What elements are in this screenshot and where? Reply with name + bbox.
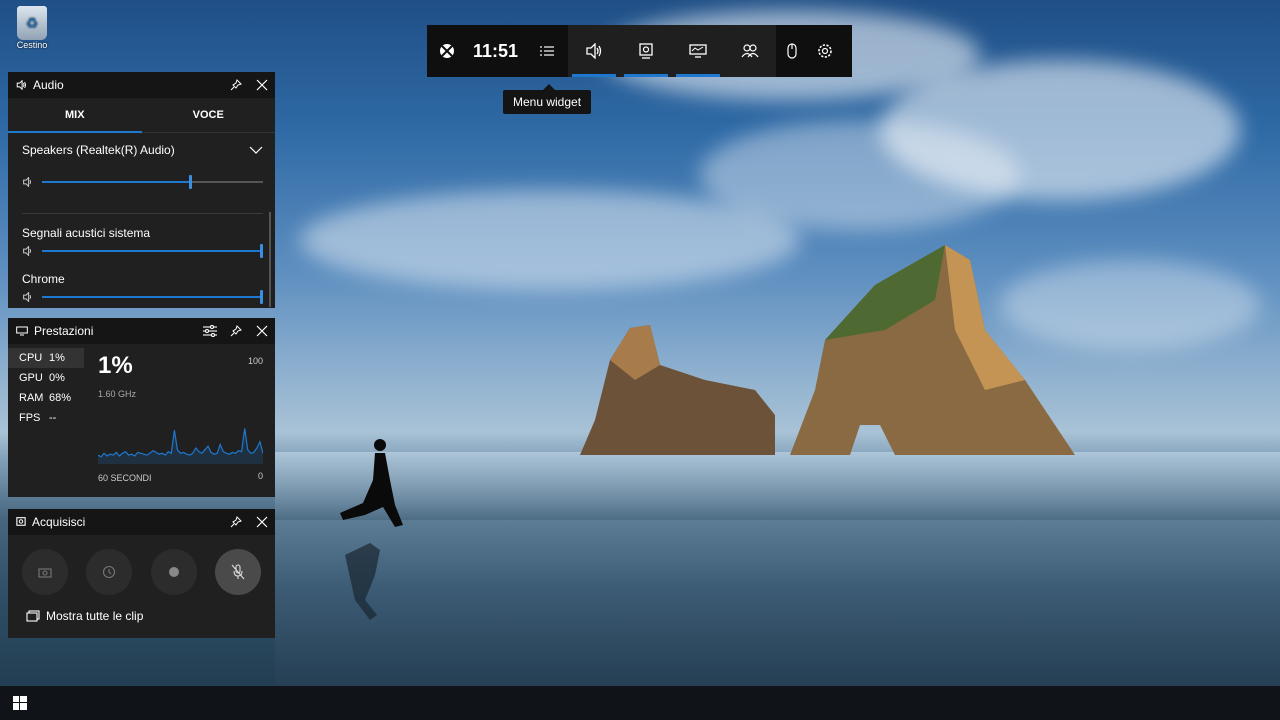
slider-thumb[interactable] [260, 290, 263, 304]
cpu-big-value: 1% [98, 352, 133, 379]
cpu-sparkline [98, 428, 263, 464]
record-last-button[interactable] [86, 549, 133, 595]
settings-icon[interactable] [808, 25, 842, 77]
metric-ram[interactable]: RAM 68% [8, 388, 84, 408]
performance-icon [16, 326, 28, 336]
taskbar [0, 686, 1280, 720]
history-icon [103, 565, 116, 579]
output-device-select[interactable]: Speakers (Realtek(R) Audio) [8, 133, 275, 167]
capture-title: Acquisisci [32, 515, 86, 529]
performance-title: Prestazioni [34, 324, 94, 338]
start-recording-button[interactable] [150, 549, 197, 595]
performance-icon [689, 44, 707, 58]
people-icon [741, 44, 759, 58]
scrollbar[interactable] [269, 212, 271, 307]
capture-icon [16, 516, 26, 526]
speaker-icon [23, 177, 31, 187]
xbox-icon[interactable] [427, 25, 467, 77]
chevron-down-icon [249, 146, 263, 154]
gallery-icon [26, 610, 40, 622]
audio-widget: Audio MIX VOCE Speakers (Realtek(R) Audi… [8, 72, 275, 308]
options-icon[interactable] [197, 318, 223, 344]
widget-menu-icon[interactable] [526, 25, 568, 77]
graph-max-label: 100 [247, 356, 263, 366]
recycle-bin-icon: ♻ [17, 6, 47, 40]
camera-icon [38, 567, 52, 578]
speaker-icon [23, 246, 31, 256]
master-volume-slider[interactable] [8, 167, 275, 197]
widget-menu-tooltip: Menu widget [503, 84, 592, 114]
mic-toggle-button[interactable] [214, 549, 261, 595]
screenshot-button[interactable] [22, 549, 68, 595]
system-sounds-volume-slider[interactable] [8, 244, 275, 258]
start-button[interactable] [0, 686, 40, 720]
close-icon[interactable] [249, 509, 275, 535]
capture-icon [639, 43, 653, 59]
tab-mix[interactable]: MIX [8, 98, 142, 133]
speaker-icon [586, 43, 602, 59]
close-icon[interactable] [249, 318, 275, 344]
show-all-clips-label: Mostra tutte le clip [46, 609, 144, 623]
recycle-bin[interactable]: ♻ Cestino [10, 6, 54, 50]
pin-icon[interactable] [223, 72, 249, 98]
pin-icon[interactable] [223, 509, 249, 535]
speaker-icon [23, 292, 31, 302]
pin-icon[interactable] [223, 318, 249, 344]
performance-widget-button[interactable] [672, 25, 724, 77]
record-icon [168, 567, 179, 577]
runner-silhouette [340, 439, 403, 620]
app-name-system-sounds: Segnali acustici sistema [22, 226, 151, 240]
clock: 11:51 [473, 40, 519, 61]
show-all-clips-link[interactable]: Mostra tutte le clip [8, 595, 275, 623]
capture-widget: Acquisisci Mostra tutte le clip [8, 509, 275, 638]
social-widget-button[interactable] [724, 25, 776, 77]
cpu-graph: 1% 1.60 GHz 100 60 SECONDI 0 [84, 344, 275, 497]
tab-voce[interactable]: VOCE [142, 98, 276, 132]
recycle-bin-label: Cestino [16, 40, 48, 50]
right-rock [790, 245, 1075, 455]
left-rock [580, 325, 775, 455]
graph-min-label: 0 [257, 471, 263, 481]
slider-thumb[interactable] [260, 244, 263, 258]
metric-fps[interactable]: FPS -- [8, 408, 84, 428]
performance-widget: Prestazioni CPU 1% GPU 0% RAM 68% FPS -- 1% … [8, 318, 275, 497]
windows-logo-icon [13, 696, 27, 710]
audio-widget-button[interactable] [568, 25, 620, 77]
mouse-icon[interactable] [776, 25, 808, 77]
app-name-chrome: Chrome [22, 272, 65, 286]
slider-thumb[interactable] [189, 175, 193, 189]
metric-gpu[interactable]: GPU 0% [8, 368, 84, 388]
cpu-frequency: 1.60 GHz [98, 389, 137, 399]
close-icon[interactable] [249, 72, 275, 98]
metric-cpu[interactable]: CPU 1% [8, 348, 84, 368]
chrome-volume-slider[interactable] [8, 290, 275, 304]
capture-widget-button[interactable] [620, 25, 672, 77]
output-device-label: Speakers (Realtek(R) Audio) [22, 143, 175, 157]
speaker-icon [16, 80, 26, 90]
mic-off-icon [231, 564, 245, 580]
graph-time-label: 60 SECONDI [98, 473, 152, 483]
cpu-area [98, 428, 263, 464]
audio-title: Audio [33, 78, 64, 92]
game-bar: 11:51 [427, 25, 852, 77]
